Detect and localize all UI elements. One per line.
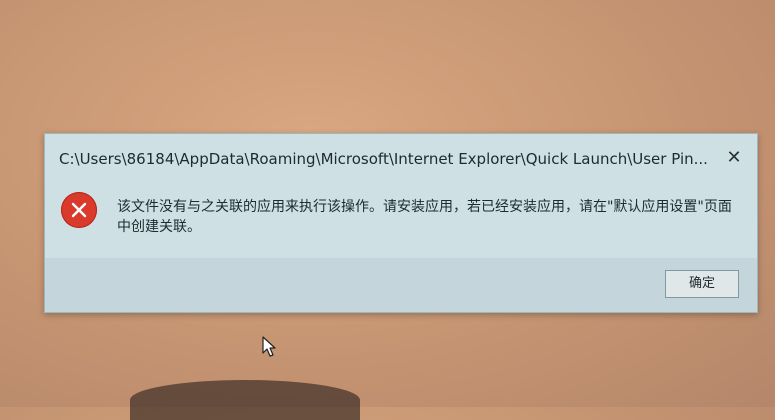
close-button[interactable]: ✕: [723, 147, 745, 169]
dialog-message: 该文件没有与之关联的应用来执行该操作。请安装应用，若已经安装应用，请在"默认应用…: [117, 199, 732, 235]
x-mark-icon: [71, 202, 87, 218]
error-icon: [61, 192, 97, 228]
dialog-titlebar: C:\Users\86184\AppData\Roaming\Microsoft…: [45, 134, 757, 180]
background-shadow: [130, 380, 360, 420]
dialog-footer: 确定: [45, 258, 757, 312]
dialog-title: C:\Users\86184\AppData\Roaming\Microsoft…: [59, 150, 708, 168]
error-dialog: C:\Users\86184\AppData\Roaming\Microsoft…: [44, 133, 758, 313]
mouse-cursor-icon: [262, 336, 276, 357]
ok-button[interactable]: 确定: [665, 270, 739, 298]
